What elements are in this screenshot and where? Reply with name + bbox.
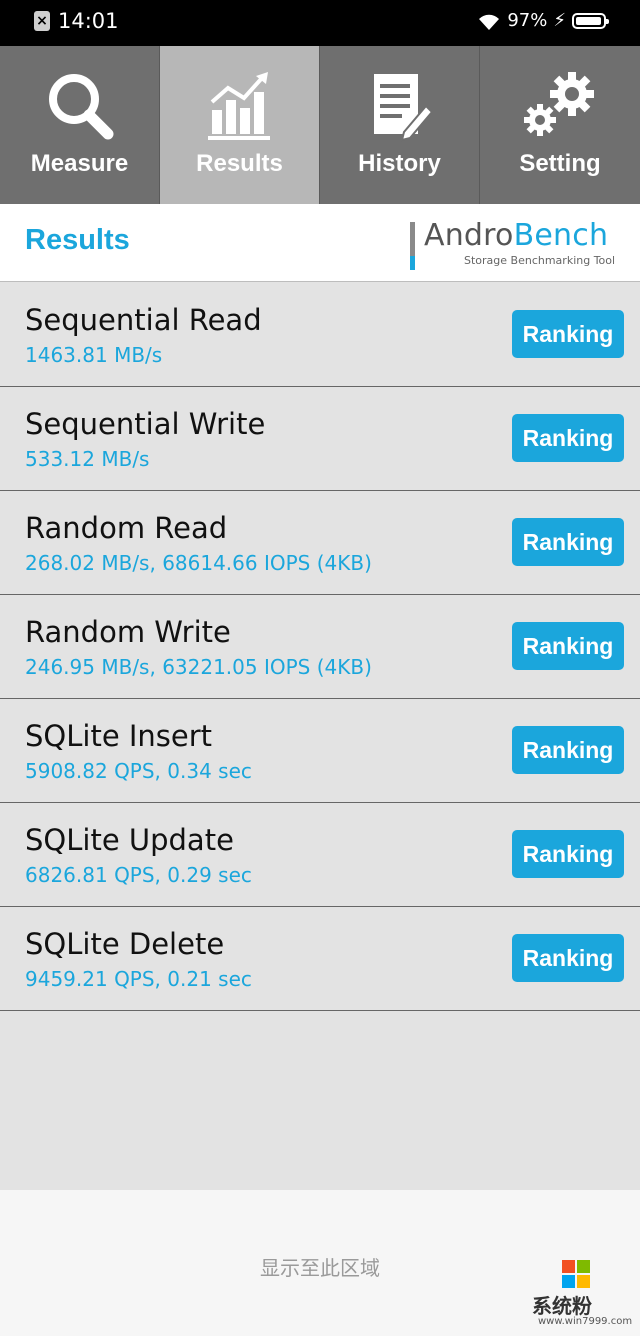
- logo-name: AndroBench: [424, 218, 608, 253]
- charging-bolt-icon: ⚡: [553, 10, 566, 31]
- result-value: 1463.81 MB/s: [25, 343, 163, 367]
- logo-tagline: Storage Benchmarking Tool: [464, 254, 616, 267]
- result-name: Random Write: [25, 615, 231, 649]
- result-name: Sequential Read: [25, 303, 262, 337]
- result-name: Random Read: [25, 511, 228, 545]
- tab-label: Measure: [30, 150, 129, 177]
- clock: 14:01: [58, 9, 119, 33]
- ranking-button[interactable]: Ranking: [512, 518, 624, 566]
- logo-bar: [410, 222, 415, 270]
- tab-label: History: [358, 150, 441, 177]
- watermark-url: www.win7999.com: [538, 1316, 633, 1327]
- bar-chart-trend-icon: [204, 70, 276, 142]
- logo-name-part1: Andro: [424, 218, 514, 253]
- logo-name-part2: Bench: [513, 218, 609, 253]
- list-item: SQLite Delete 9459.21 QPS, 0.21 sec Rank…: [0, 907, 640, 1011]
- ranking-button[interactable]: Ranking: [512, 830, 624, 878]
- document-pen-icon: [364, 70, 436, 142]
- result-name: SQLite Insert: [25, 719, 213, 753]
- results-list: Sequential Read 1463.81 MB/s Ranking Seq…: [0, 283, 640, 1011]
- status-left: 14:01: [34, 9, 119, 33]
- list-item: Sequential Write 533.12 MB/s Ranking: [0, 387, 640, 491]
- list-item: Sequential Read 1463.81 MB/s Ranking: [0, 283, 640, 387]
- battery-percent: 97%: [507, 10, 548, 31]
- result-name: Sequential Write: [25, 407, 266, 441]
- tab-results[interactable]: Results: [160, 46, 320, 204]
- result-value: 246.95 MB/s, 63221.05 IOPS (4KB): [25, 655, 372, 679]
- magnifier-icon: [44, 70, 116, 142]
- tab-setting[interactable]: Setting: [480, 46, 640, 204]
- ranking-button[interactable]: Ranking: [512, 622, 624, 670]
- result-name: SQLite Update: [25, 823, 234, 857]
- watermark-text: 系统粉: [532, 1294, 592, 1318]
- androbench-logo: AndroBench Storage Benchmarking Tool: [410, 218, 620, 272]
- ranking-button[interactable]: Ranking: [512, 310, 624, 358]
- list-item: SQLite Update 6826.81 QPS, 0.29 sec Rank…: [0, 803, 640, 907]
- sim-error-icon: [34, 11, 50, 31]
- battery-icon: [572, 12, 609, 29]
- status-bar: 14:01 97% ⚡: [0, 0, 640, 46]
- result-value: 6826.81 QPS, 0.29 sec: [25, 863, 252, 887]
- list-item: SQLite Insert 5908.82 QPS, 0.34 sec Rank…: [0, 699, 640, 803]
- result-value: 533.12 MB/s: [25, 447, 150, 471]
- ranking-button[interactable]: Ranking: [512, 934, 624, 982]
- result-value: 268.02 MB/s, 68614.66 IOPS (4KB): [25, 551, 372, 575]
- tab-bar: Measure Results History Setting: [0, 46, 640, 204]
- tab-label: Results: [196, 150, 283, 177]
- results-header: Results AndroBench Storage Benchmarking …: [0, 204, 640, 282]
- wifi-icon: [479, 14, 500, 30]
- page-title: Results: [25, 224, 130, 256]
- ranking-button[interactable]: Ranking: [512, 414, 624, 462]
- watermark: 系统粉 www.win7999.com: [532, 1260, 632, 1330]
- status-right: 97% ⚡: [477, 10, 609, 31]
- list-item: Random Read 268.02 MB/s, 68614.66 IOPS (…: [0, 491, 640, 595]
- list-item: Random Write 246.95 MB/s, 63221.05 IOPS …: [0, 595, 640, 699]
- tab-label: Setting: [519, 150, 601, 177]
- result-value: 5908.82 QPS, 0.34 sec: [25, 759, 252, 783]
- windows-logo-icon: [562, 1260, 590, 1288]
- result-name: SQLite Delete: [25, 927, 225, 961]
- bottom-area: 显示至此区域 系统粉 www.win7999.com: [0, 1190, 640, 1336]
- ranking-button[interactable]: Ranking: [512, 726, 624, 774]
- result-value: 9459.21 QPS, 0.21 sec: [25, 967, 252, 991]
- gears-icon: [520, 70, 600, 142]
- tab-history[interactable]: History: [320, 46, 480, 204]
- tab-measure[interactable]: Measure: [0, 46, 160, 204]
